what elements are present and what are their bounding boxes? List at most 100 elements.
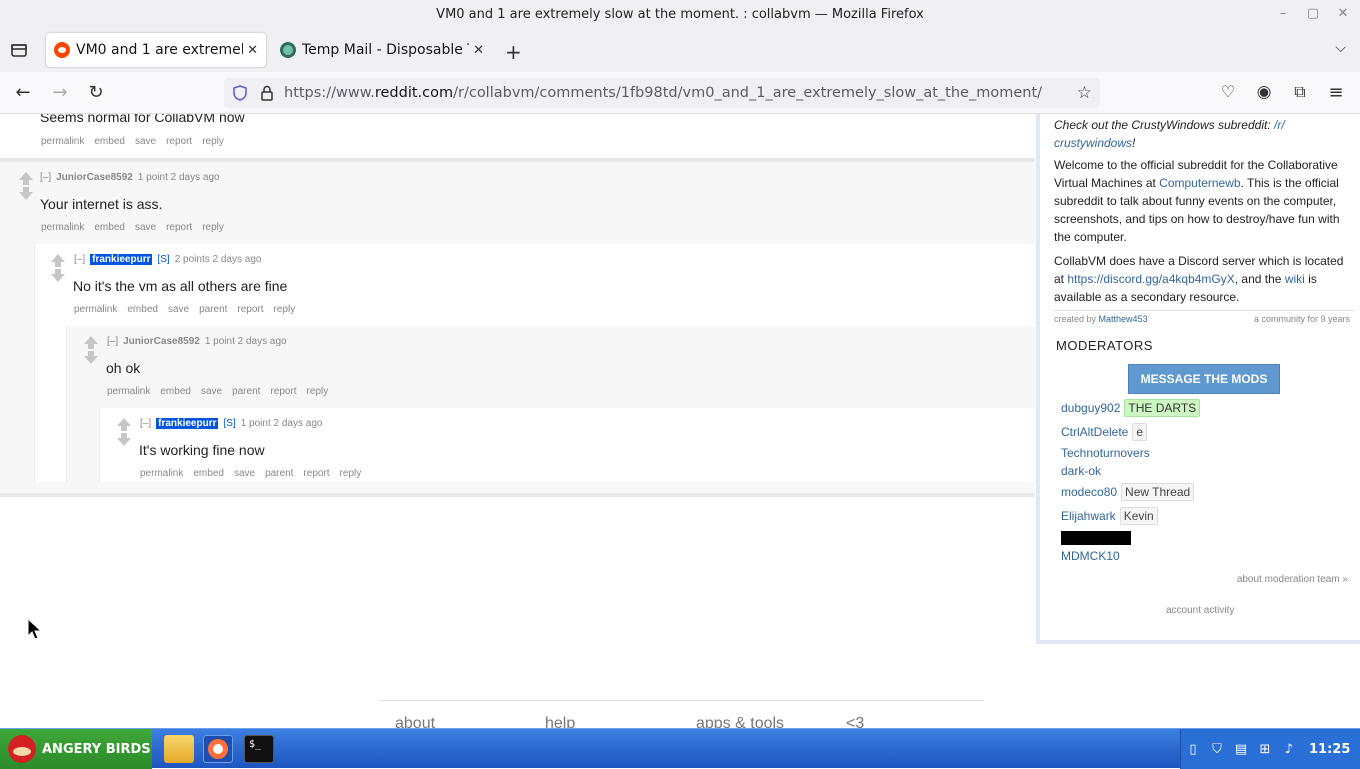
submitter-badge[interactable]: [S] xyxy=(157,254,169,265)
moderator-link[interactable]: dark-ok xyxy=(1061,464,1101,478)
tab-close-icon[interactable]: ✕ xyxy=(473,43,484,58)
new-tab-icon[interactable]: + xyxy=(505,40,522,64)
embed-link[interactable]: embed xyxy=(193,468,224,479)
creator-link[interactable]: Matthew453 xyxy=(1099,314,1148,324)
computernewb-link[interactable]: Computernewb xyxy=(1159,176,1240,190)
downvote-icon[interactable] xyxy=(84,351,98,364)
report-link[interactable]: report xyxy=(237,304,263,315)
permalink-link[interactable]: permalink xyxy=(74,304,117,315)
url-bar[interactable]: https://www.reddit.com/r/collabvm/commen… xyxy=(224,78,1100,108)
save-link[interactable]: save xyxy=(201,386,222,397)
reply-link[interactable]: reply xyxy=(307,386,329,397)
save-link[interactable]: save xyxy=(168,304,189,315)
permalink-link[interactable]: permalink xyxy=(41,136,84,147)
crusty-link[interactable]: /r/ xyxy=(1274,118,1285,132)
collapse-toggle[interactable]: [–] xyxy=(74,254,85,265)
account-icon[interactable]: ◉ xyxy=(1253,82,1275,102)
upvote-icon[interactable] xyxy=(19,172,33,185)
menu-icon[interactable]: ≡ xyxy=(1325,82,1347,103)
downvote-icon[interactable] xyxy=(51,269,65,282)
wiki-link[interactable]: wiki xyxy=(1285,272,1305,286)
extensions-icon[interactable]: ⧉ xyxy=(1289,82,1311,102)
moderator-link[interactable]: dubguy902 xyxy=(1061,401,1120,415)
parent-link[interactable]: parent xyxy=(199,304,227,315)
upvote-icon[interactable] xyxy=(51,254,65,267)
collapse-toggle[interactable]: [–] xyxy=(140,418,151,429)
permalink-link[interactable]: permalink xyxy=(41,222,84,233)
footer-apps-tools-link[interactable]: apps & tools xyxy=(696,715,784,728)
downvote-icon[interactable] xyxy=(19,187,33,200)
footer-help-link[interactable]: help xyxy=(545,715,575,728)
parent-link[interactable]: parent xyxy=(232,386,260,397)
tab-reddit[interactable]: VM0 and 1 are extremely slow at the mome… xyxy=(46,33,266,67)
file-manager-icon[interactable] xyxy=(164,735,194,763)
notes-icon[interactable]: ▤ xyxy=(1229,742,1253,757)
message-mods-button[interactable]: MESSAGE THE MODS xyxy=(1128,364,1280,394)
account-activity-link[interactable]: account activity xyxy=(1166,605,1234,616)
permalink-link[interactable]: permalink xyxy=(140,468,183,479)
discord-link[interactable]: https://discord.gg/a4kqb4mGyX xyxy=(1067,272,1234,286)
moderator-link[interactable]: Technoturnovers xyxy=(1061,446,1150,460)
bookmark-star-icon[interactable]: ☆ xyxy=(1077,83,1092,103)
comment-actions: permalink embed save parent report reply xyxy=(107,386,328,397)
moderator-link[interactable]: MDMCK10 xyxy=(1061,549,1120,563)
terminal-icon[interactable]: $_ xyxy=(244,735,274,763)
report-link[interactable]: report xyxy=(303,468,329,479)
moderator-link[interactable]: CtrlAltDelete xyxy=(1061,425,1128,439)
tracking-protection-shield-icon[interactable] xyxy=(232,85,248,101)
volume-icon[interactable]: ♪ xyxy=(1277,742,1301,757)
start-button[interactable]: ANGERY BIRDS xyxy=(0,729,152,769)
report-link[interactable]: report xyxy=(166,136,192,147)
footer-about-link[interactable]: about xyxy=(395,715,435,728)
save-link[interactable]: save xyxy=(234,468,255,479)
comment-author-op[interactable]: frankieepurr xyxy=(156,418,219,429)
comment-author-op[interactable]: frankieepurr xyxy=(90,254,153,265)
moderator-link[interactable]: modeco80 xyxy=(1061,485,1117,499)
tab-close-icon[interactable]: ✕ xyxy=(247,43,258,58)
permalink-link[interactable]: permalink xyxy=(107,386,150,397)
upvote-icon[interactable] xyxy=(84,336,98,349)
tab-temp-mail[interactable]: Temp Mail - Disposable Temporary Email ✕ xyxy=(272,33,492,67)
parent-link[interactable]: parent xyxy=(265,468,293,479)
firefox-taskbar-button[interactable] xyxy=(203,735,233,763)
clipboard-icon[interactable]: ▯ xyxy=(1181,742,1205,757)
moderator-link[interactable]: Elijahwark xyxy=(1061,509,1116,523)
submitter-badge[interactable]: [S] xyxy=(223,418,235,429)
downvote-icon[interactable] xyxy=(117,433,131,446)
reload-icon[interactable]: ↻ xyxy=(85,82,107,103)
collapse-toggle[interactable]: [–] xyxy=(107,336,118,347)
embed-link[interactable]: embed xyxy=(160,386,191,397)
close-icon[interactable]: ✕ xyxy=(1336,6,1350,21)
report-link[interactable]: report xyxy=(166,222,192,233)
reply-link[interactable]: reply xyxy=(274,304,296,315)
footer-love-link[interactable]: <3 xyxy=(846,715,864,728)
upvote-icon[interactable] xyxy=(117,418,131,431)
tab-list-icon[interactable] xyxy=(9,40,29,60)
about-moderation-team-link[interactable]: about moderation team » xyxy=(1237,574,1348,585)
comment-author[interactable]: JuniorCase8592 xyxy=(56,172,133,183)
minimize-icon[interactable]: – xyxy=(1276,6,1290,21)
pocket-icon[interactable]: ♡ xyxy=(1217,82,1239,101)
maximize-icon[interactable]: ▢ xyxy=(1306,6,1320,21)
reply-link[interactable]: reply xyxy=(340,468,362,479)
embed-link[interactable]: embed xyxy=(94,136,125,147)
lock-icon[interactable] xyxy=(260,85,274,101)
clock[interactable]: 11:25 xyxy=(1309,742,1350,757)
collapse-toggle[interactable]: [–] xyxy=(40,172,51,183)
reply-link[interactable]: reply xyxy=(202,136,224,147)
comment-text: Your internet is ass. xyxy=(40,196,163,212)
save-link[interactable]: save xyxy=(135,222,156,233)
reply-link[interactable]: reply xyxy=(202,222,224,233)
embed-link[interactable]: embed xyxy=(127,304,158,315)
network-icon[interactable]: ⊞ xyxy=(1253,742,1277,757)
comment-author[interactable]: JuniorCase8592 xyxy=(123,336,200,347)
forward-icon[interactable]: → xyxy=(49,82,71,103)
embed-link[interactable]: embed xyxy=(94,222,125,233)
chevron-down-icon[interactable]: ⌵ xyxy=(1335,40,1346,56)
save-link[interactable]: save xyxy=(135,136,156,147)
report-link[interactable]: report xyxy=(270,386,296,397)
comment-tagline: [–] JuniorCase8592 1 point 2 days ago xyxy=(40,172,220,183)
crusty-link[interactable]: crustywindows xyxy=(1054,136,1132,150)
shield-icon[interactable]: ⛉ xyxy=(1205,742,1229,757)
back-icon[interactable]: ← xyxy=(12,82,34,103)
